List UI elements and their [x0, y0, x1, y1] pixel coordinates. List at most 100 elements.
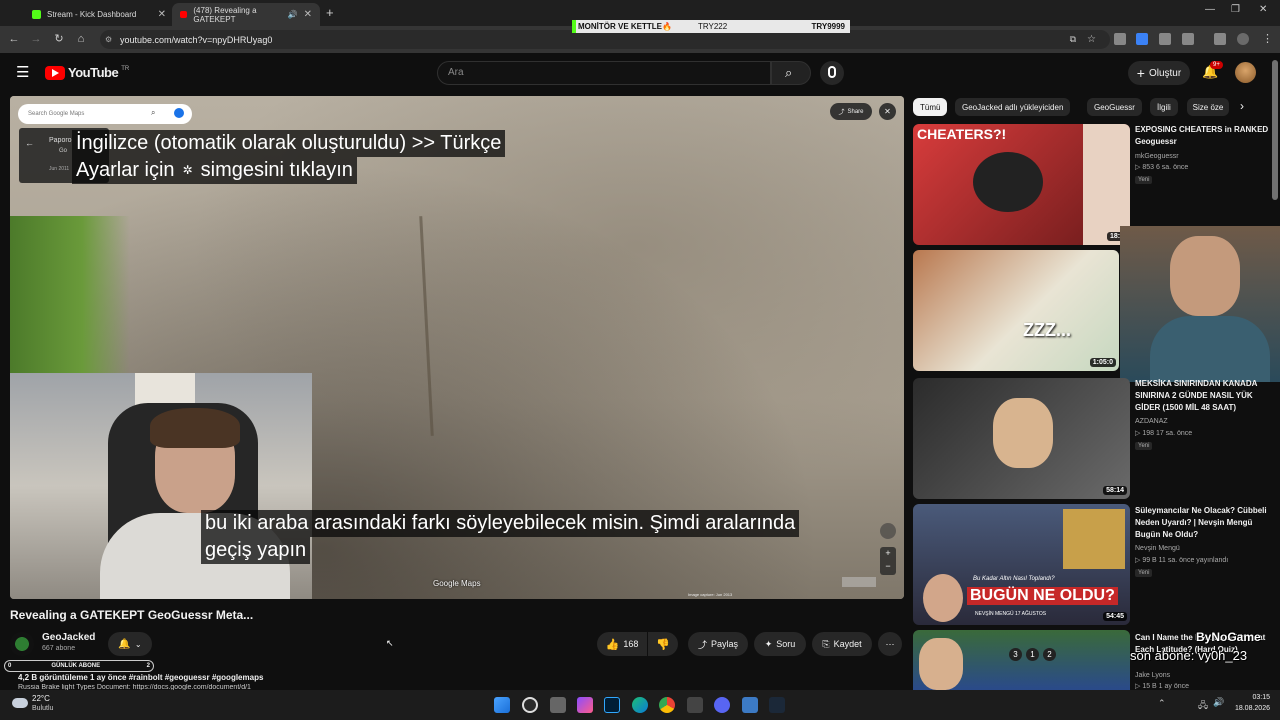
- duration-badge: 58:14: [1103, 486, 1127, 495]
- zoom-controls[interactable]: + −: [880, 547, 896, 575]
- clock-date[interactable]: 18.08.2026: [1226, 705, 1270, 712]
- ask-button[interactable]: ✦ Soru: [754, 632, 806, 656]
- video-title-3[interactable]: MEKSİKA SINIRINDAN KANADA SINIRINA 2 GÜN…: [1135, 378, 1275, 414]
- task-view-icon[interactable]: [550, 697, 566, 713]
- extension-icon[interactable]: [1114, 33, 1126, 45]
- bookmark-star-icon[interactable]: ☆: [1087, 34, 1096, 45]
- speaker-icon[interactable]: 🔊: [288, 10, 298, 19]
- more-actions-button[interactable]: ⋯: [878, 632, 902, 656]
- extension-icon[interactable]: [1136, 33, 1148, 45]
- reload-icon[interactable]: ↻: [51, 31, 67, 47]
- chip-uploader[interactable]: GeoJacked adlı yükleyiciden: [955, 98, 1071, 116]
- tab-kick-dashboard[interactable]: Stream - Kick Dashboard ✕: [24, 3, 174, 26]
- thumbnail-text: CHEATERS?!: [917, 126, 1007, 142]
- close-icon[interactable]: ✕: [879, 103, 896, 120]
- photoshop-icon[interactable]: [604, 697, 620, 713]
- mouse-cursor-icon: ↖: [386, 638, 394, 648]
- edge-icon[interactable]: [632, 697, 648, 713]
- steam-icon[interactable]: [769, 697, 785, 713]
- network-icon[interactable]: 🖧: [1198, 698, 1208, 714]
- chip-related[interactable]: İlgili: [1150, 98, 1178, 116]
- volume-icon[interactable]: 🔊: [1213, 697, 1224, 708]
- voice-search-button[interactable]: [820, 61, 844, 85]
- save-button[interactable]: ⎘ Kaydet: [812, 632, 872, 656]
- page-scrollbar[interactable]: [1272, 60, 1278, 200]
- maximize-icon[interactable]: ❐: [1231, 4, 1240, 15]
- app-icon[interactable]: [742, 697, 758, 713]
- channel-name[interactable]: GeoJacked: [42, 632, 95, 643]
- channel-name-5[interactable]: Jake Lyons: [1135, 670, 1275, 681]
- video-title-1[interactable]: EXPOSING CHEATERS in RANKED Geoguessr: [1135, 124, 1275, 148]
- youtube-logo[interactable]: YouTube TR: [45, 65, 129, 80]
- more-icon: ⋯: [885, 638, 895, 649]
- close-icon[interactable]: ✕: [304, 9, 312, 20]
- bookmark-icon: ⎘: [822, 638, 830, 649]
- profile-icon[interactable]: [1237, 33, 1249, 45]
- discord-icon[interactable]: [714, 697, 730, 713]
- goal-start: 0: [8, 663, 12, 669]
- new-tab-button[interactable]: +: [326, 5, 334, 20]
- chevron-right-icon[interactable]: ›: [1240, 99, 1244, 113]
- subscribed-button[interactable]: 🔔 ⌄: [108, 632, 152, 656]
- home-icon[interactable]: ⌂: [73, 31, 89, 47]
- video-title-4[interactable]: Süleymancılar Ne Olacak? Cübbeli Neden U…: [1135, 505, 1275, 541]
- banner-code-1: TRY222: [697, 22, 728, 31]
- search-input[interactable]: Ara: [437, 61, 771, 85]
- thumbnail-1[interactable]: CHEATERS?! 18:3: [913, 124, 1130, 245]
- thumbnail-3[interactable]: 58:14: [913, 378, 1130, 499]
- taskbar: 22°C Bulutlu ⌃ 🖧 🔊 03:15 18.08.2026: [0, 690, 1280, 720]
- share-button[interactable]: ⤴ Share: [830, 103, 872, 120]
- tray-chevron-icon[interactable]: ⌃: [1158, 698, 1166, 709]
- video-player[interactable]: Search Google Maps ⌕ ← Paporo Go Jun 201…: [10, 96, 904, 599]
- channel-name-3[interactable]: AZDANAZ: [1135, 416, 1275, 427]
- window-close-icon[interactable]: ✕: [1259, 4, 1267, 15]
- shield-icon[interactable]: [1159, 33, 1171, 45]
- search-icon[interactable]: [522, 697, 538, 713]
- bell-icon: 🔔: [118, 638, 131, 650]
- channel-name-1[interactable]: mkGeoguessr: [1135, 151, 1275, 162]
- chrome-icon[interactable]: [659, 697, 675, 713]
- map-thumbnail[interactable]: [842, 577, 876, 587]
- windows-start-icon[interactable]: [494, 697, 510, 713]
- back-icon[interactable]: ←: [6, 31, 22, 47]
- video-title: Revealing a GATEKEPT GeoGuessr Meta...: [10, 608, 254, 622]
- chip-geoguessr[interactable]: GeoGuessr: [1087, 98, 1142, 116]
- clock-time[interactable]: 03:15: [1232, 694, 1270, 701]
- banner-code-2: TRY9999: [811, 22, 846, 31]
- maps-search-input[interactable]: Search Google Maps: [18, 104, 192, 124]
- forward-icon[interactable]: →: [28, 31, 44, 47]
- app-icon[interactable]: [687, 697, 703, 713]
- site-info-icon[interactable]: ⚙: [105, 35, 112, 44]
- hamburger-menu-icon[interactable]: ☰: [16, 63, 29, 81]
- panel-place: Paporo: [49, 137, 72, 144]
- thumbnail-5[interactable]: 3 1 2: [913, 630, 1130, 690]
- channel-avatar[interactable]: [10, 632, 34, 656]
- like-button[interactable]: 👍 168: [597, 632, 647, 656]
- weather-temp[interactable]: 22°C: [32, 694, 50, 703]
- media-icon[interactable]: [1214, 33, 1226, 45]
- back-arrow-icon[interactable]: ←: [25, 138, 34, 148]
- puzzle-icon[interactable]: [1182, 33, 1194, 45]
- install-icon[interactable]: ⧉: [1070, 34, 1076, 45]
- create-button[interactable]: + Oluştur: [1128, 61, 1190, 85]
- search-button[interactable]: ⌕: [771, 61, 811, 85]
- avatar[interactable]: [1235, 62, 1256, 83]
- compass-icon[interactable]: [880, 523, 896, 539]
- chip-for-you[interactable]: Size öze: [1187, 98, 1229, 116]
- more-menu-icon[interactable]: ⋮: [1262, 32, 1273, 45]
- tab-youtube[interactable]: (478) Revealing a GATEKEPT 🔊 ✕: [172, 3, 320, 26]
- directions-icon[interactable]: [174, 108, 184, 118]
- search-icon[interactable]: ⌕: [151, 108, 155, 118]
- minimize-icon[interactable]: —: [1205, 4, 1215, 15]
- thumbs-up-icon: 👍: [605, 638, 620, 651]
- close-icon[interactable]: ✕: [158, 9, 166, 20]
- video-stats-1: ▷ 853 6 sa. önce: [1135, 164, 1189, 171]
- chip-all[interactable]: Tümü: [913, 98, 948, 116]
- copilot-icon[interactable]: [577, 697, 593, 713]
- dislike-button[interactable]: 👎: [648, 632, 678, 656]
- thumbnail-4[interactable]: Bu Kadar Altın Nasıl Toplandı? BUGÜN NE …: [913, 504, 1130, 625]
- share-button[interactable]: ⤴ Paylaş: [688, 632, 748, 656]
- channel-name-4[interactable]: Nevşin Mengü: [1135, 543, 1275, 554]
- url-text: youtube.com/watch?v=npyDHRUyag0: [120, 34, 273, 45]
- thumbnail-2[interactable]: ZZZ... 1:05:0: [913, 250, 1119, 371]
